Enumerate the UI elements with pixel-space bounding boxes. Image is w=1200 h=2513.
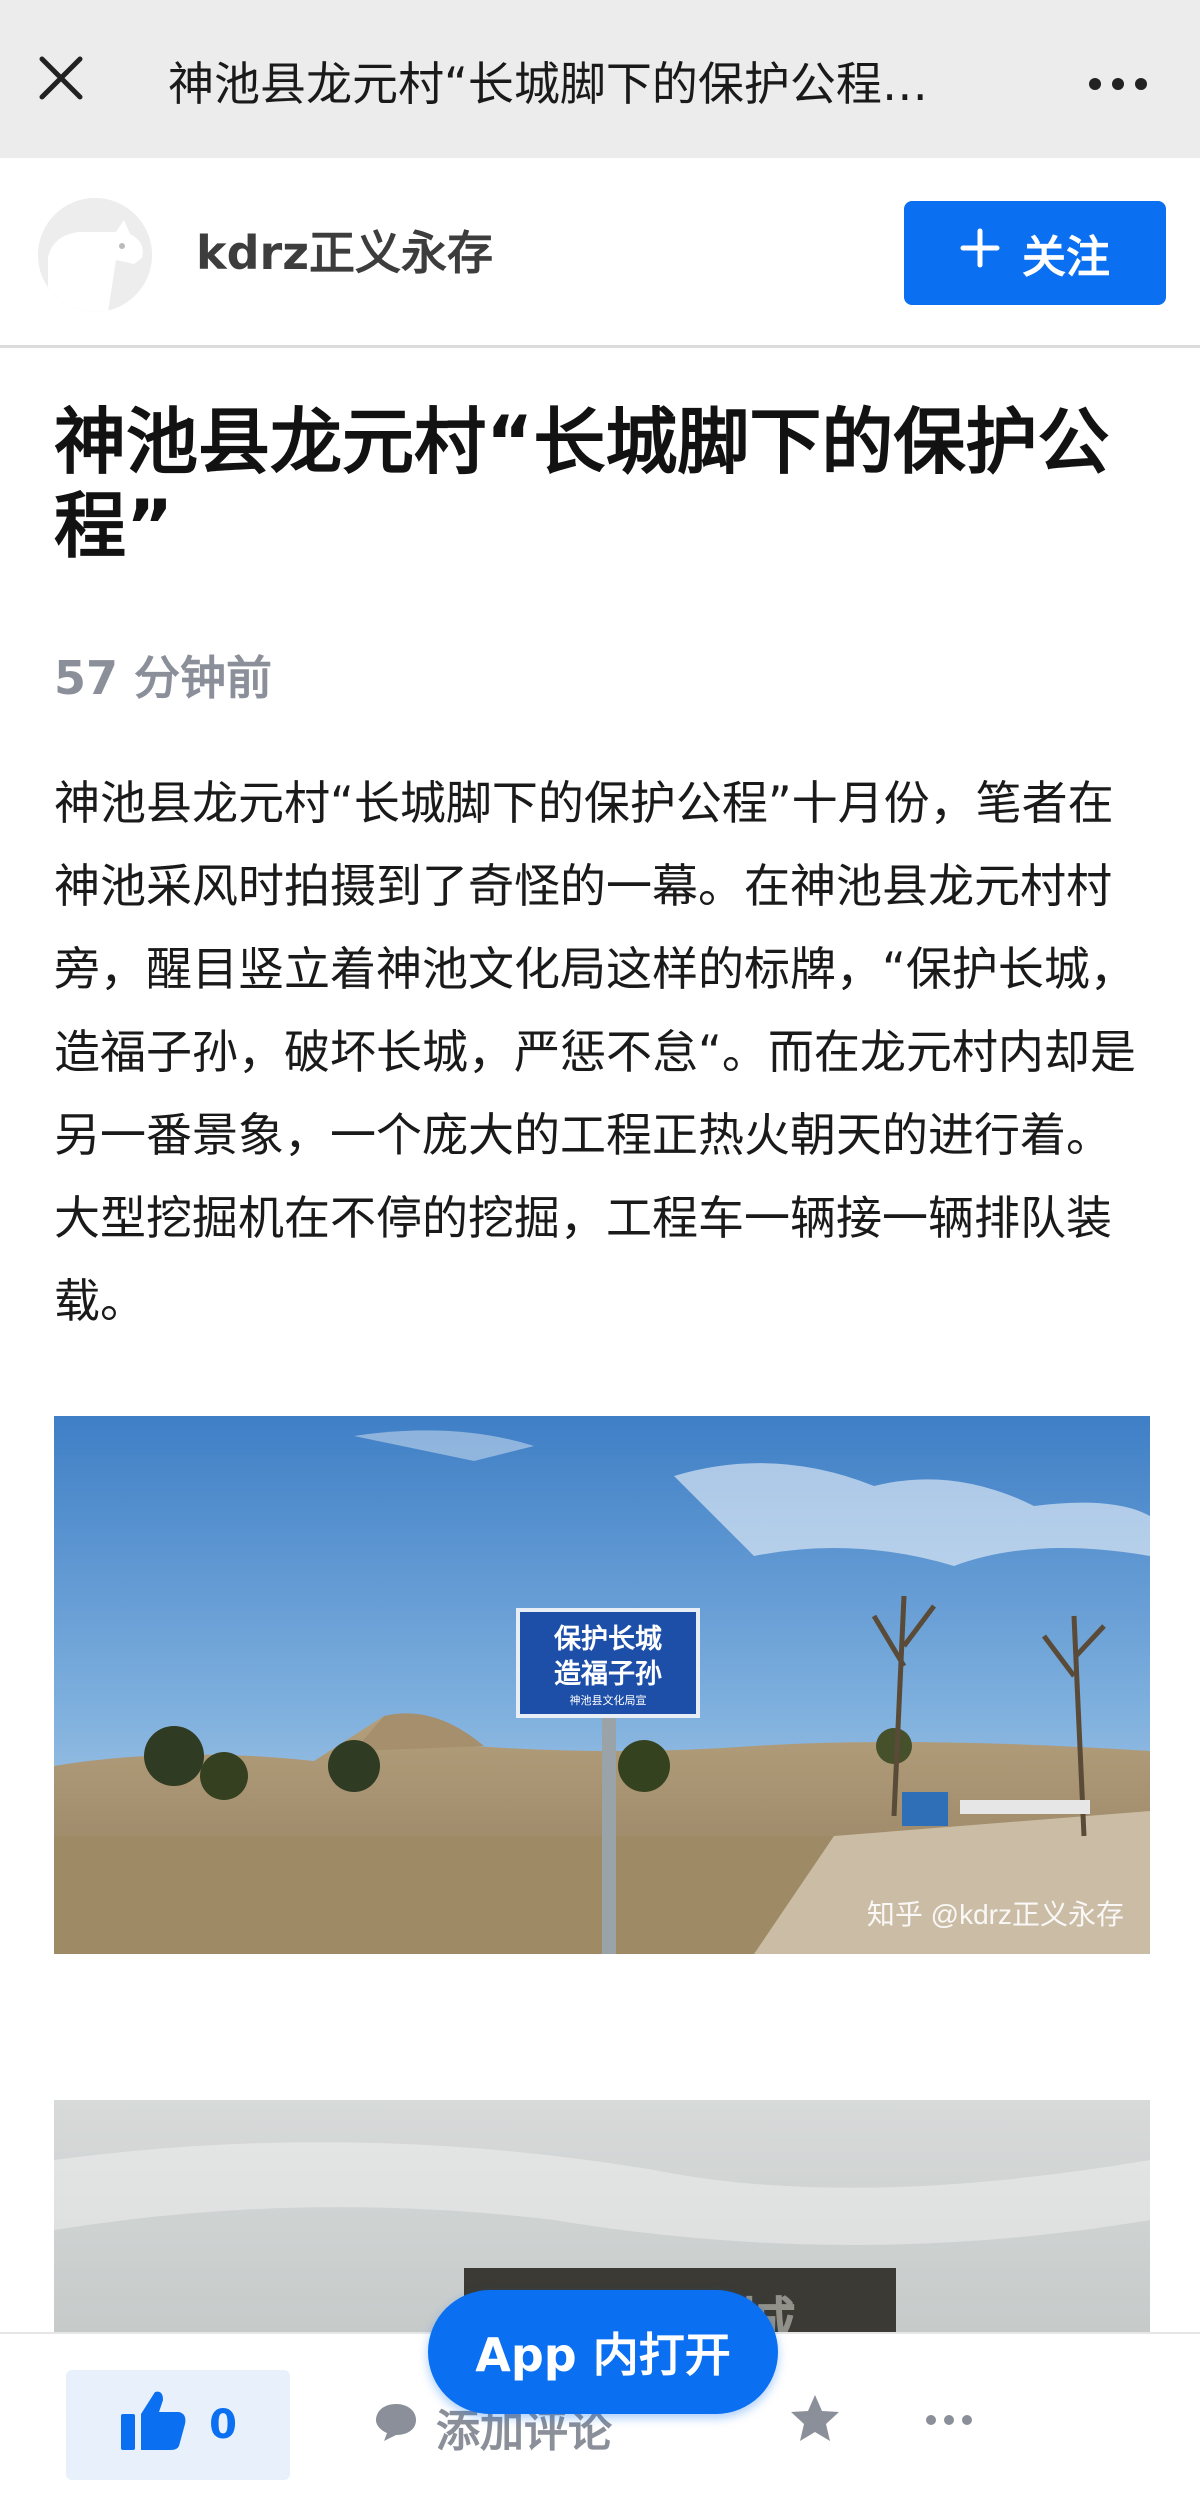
author-row: kdrz正义永存 关注 <box>0 158 1200 348</box>
open-in-app-button[interactable]: App 内打开 <box>428 2290 778 2414</box>
follow-button[interactable]: 关注 <box>904 201 1166 305</box>
article-title: 神池县龙元村“长城脚下的保护公程” <box>54 400 1110 568</box>
like-count: 0 <box>209 2402 237 2448</box>
sign-small-text: 神池县文化局宣 <box>570 1693 647 1707</box>
article-paragraph: 神池县龙元村“长城脚下的保护公程”十月份，笔者在神池采风时拍摄到了奇怪的一幕。在… <box>54 776 1136 1328</box>
blue-sign: 保护长城 造福子孙 神池县文化局宣 <box>516 1608 700 1718</box>
publish-time: 57 分钟前 <box>54 651 273 705</box>
sign-line-2: 造福子孙 <box>554 1659 662 1689</box>
sign-line-1: 保护长城 <box>553 1624 662 1654</box>
thumbs-up-icon <box>119 2388 187 2462</box>
close-icon[interactable] <box>28 45 94 111</box>
author-name[interactable]: kdrz正义永存 <box>196 224 493 282</box>
comment-icon <box>374 2402 418 2453</box>
plus-icon <box>960 228 1000 279</box>
like-button[interactable]: 0 <box>66 2370 290 2480</box>
top-navigation-bar: 神池县龙元村“长城脚下的保护公程… <box>0 0 1200 158</box>
follow-label: 关注 <box>1022 232 1110 283</box>
article-image-great-wall-sign[interactable]: 保护长城 造福子孙 神池县文化局宣 知乎 @kdrz正义永存 <box>54 1416 1150 1954</box>
more-horizontal-icon[interactable] <box>1082 58 1154 110</box>
star-icon[interactable] <box>786 2390 844 2448</box>
avatar[interactable] <box>38 198 152 312</box>
image-watermark: 知乎 @kdrz正义永存 <box>867 1899 1124 1930</box>
page-title: 神池县龙元村“长城脚下的保护公程… <box>168 57 928 111</box>
more-horizontal-icon[interactable] <box>920 2394 978 2446</box>
